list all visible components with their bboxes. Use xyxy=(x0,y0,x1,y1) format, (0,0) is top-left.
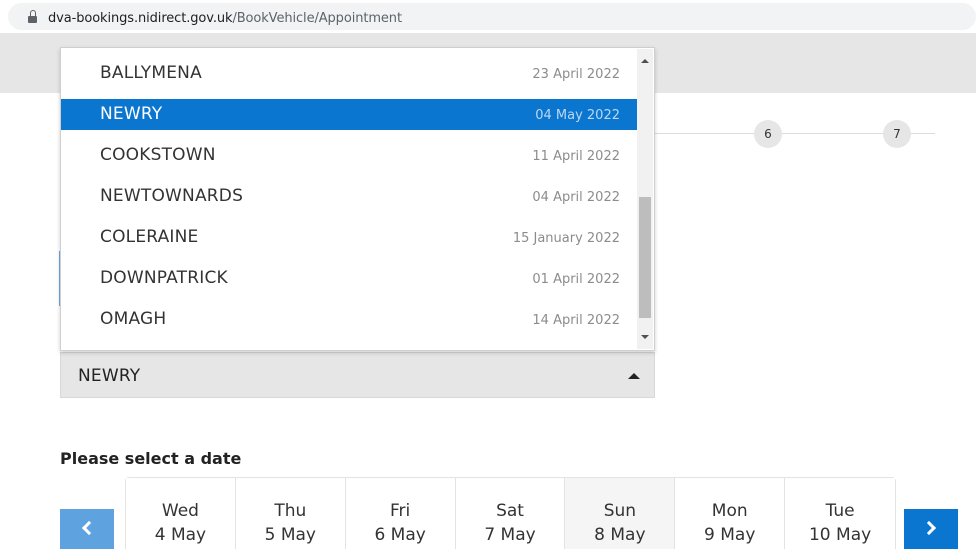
step-6: 6 xyxy=(754,120,782,148)
option-name: COLERAINE xyxy=(100,227,199,247)
day-date: 6 May xyxy=(374,525,426,545)
url-text[interactable]: dva-bookings.nidirect.gov.uk/BookVehicle… xyxy=(48,11,402,26)
date-option[interactable]: Wed 4 May xyxy=(126,478,236,549)
chevron-right-icon xyxy=(921,520,937,536)
day-date: 9 May xyxy=(704,525,756,545)
day-date: 4 May xyxy=(154,525,207,545)
date-option-unavailable[interactable]: Sun 8 May xyxy=(565,478,676,549)
option-name: NEWTOWNARDS xyxy=(100,186,244,206)
day-of-week: Fri xyxy=(390,501,411,521)
option-name: COOKSTOWN xyxy=(100,145,216,165)
previous-dates-button[interactable] xyxy=(60,509,114,549)
option-name: OMAGH xyxy=(100,309,167,329)
caret-up-icon xyxy=(628,373,640,379)
day-of-week: Tue xyxy=(825,501,855,521)
chevron-left-icon xyxy=(81,520,97,536)
option-date: 11 April 2022 xyxy=(532,149,620,164)
day-of-week: Sun xyxy=(603,501,637,521)
date-option[interactable]: Tue 10 May xyxy=(785,478,896,549)
option-date: 04 April 2022 xyxy=(532,190,620,205)
day-date: 5 May xyxy=(264,525,316,545)
day-date: 8 May xyxy=(594,525,646,545)
listbox-scrollbar[interactable] xyxy=(637,49,653,349)
date-option[interactable]: Sat 7 May xyxy=(455,478,566,549)
scroll-down-arrow-icon[interactable] xyxy=(641,335,649,339)
scroll-up-arrow-icon[interactable] xyxy=(641,59,649,63)
test-centre-select[interactable]: NEWRY xyxy=(60,352,655,398)
date-option[interactable]: Fri 6 May xyxy=(345,478,456,549)
option-cookstown[interactable]: COOKSTOWN 11 April 2022 xyxy=(61,140,638,171)
option-date: 01 April 2022 xyxy=(532,272,620,287)
scrollbar-thumb[interactable] xyxy=(639,197,651,318)
day-of-week: Mon xyxy=(711,501,748,521)
next-dates-button[interactable] xyxy=(904,509,958,549)
option-date: 15 January 2022 xyxy=(512,231,620,246)
browser-address-bar: dva-bookings.nidirect.gov.uk/BookVehicle… xyxy=(0,0,976,33)
option-date: 14 April 2022 xyxy=(532,313,620,328)
date-option[interactable]: Mon 9 May xyxy=(675,478,786,549)
day-date: 7 May xyxy=(484,525,536,545)
url-path: /BookVehicle/Appointment xyxy=(232,11,402,26)
option-ballymena[interactable]: BALLYMENA 23 April 2022 xyxy=(61,58,638,89)
day-of-week: Sat xyxy=(496,501,524,521)
option-date: 04 May 2022 xyxy=(535,108,620,123)
date-picker-heading: Please select a date xyxy=(60,449,242,468)
test-centre-listbox[interactable]: BALLYMENA 23 April 2022 NEWRY 04 May 202… xyxy=(60,47,655,351)
option-newtownards[interactable]: NEWTOWNARDS 04 April 2022 xyxy=(61,181,638,212)
day-date: 10 May xyxy=(808,525,872,545)
date-strip: Wed 4 May Thu 5 May Fri 6 May Sat 7 May … xyxy=(125,477,896,549)
option-coleraine[interactable]: COLERAINE 15 January 2022 xyxy=(61,222,638,253)
day-of-week: Wed xyxy=(161,501,199,521)
date-option[interactable]: Thu 5 May xyxy=(235,478,346,549)
option-omagh[interactable]: OMAGH 14 April 2022 xyxy=(61,304,638,335)
url-host: dva-bookings.nidirect.gov.uk xyxy=(48,11,233,26)
option-date: 23 April 2022 xyxy=(532,67,620,82)
option-newry[interactable]: NEWRY 04 May 2022 xyxy=(61,99,638,130)
select-value: NEWRY xyxy=(78,366,141,386)
step-7: 7 xyxy=(883,120,911,148)
option-name: NEWRY xyxy=(100,104,163,124)
option-name: DOWNPATRICK xyxy=(100,268,228,288)
url-field[interactable]: dva-bookings.nidirect.gov.uk/BookVehicle… xyxy=(8,3,976,30)
lock-icon[interactable] xyxy=(28,10,37,24)
day-of-week: Thu xyxy=(274,501,307,521)
option-downpatrick[interactable]: DOWNPATRICK 01 April 2022 xyxy=(61,263,638,294)
option-name: BALLYMENA xyxy=(100,63,202,83)
